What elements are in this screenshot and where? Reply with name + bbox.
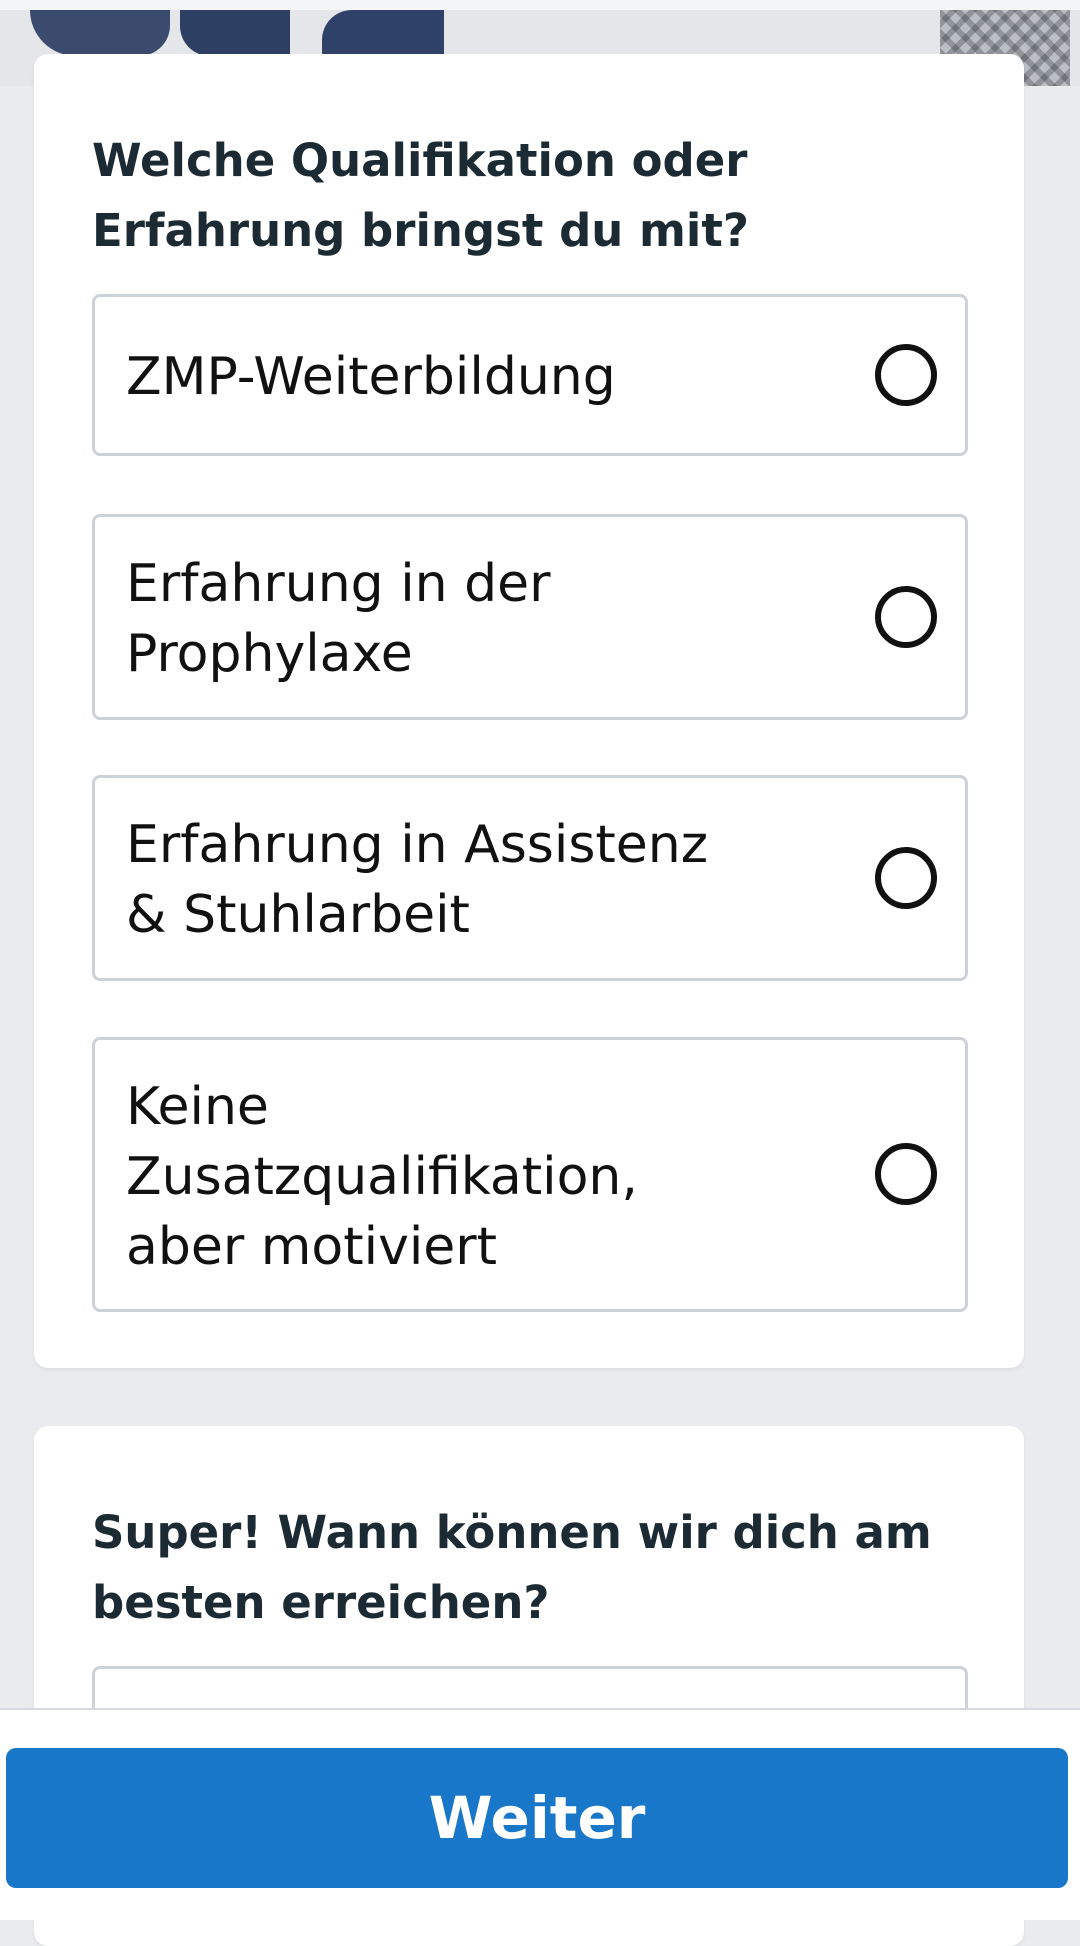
option-label: Keine Zusatzqualifikation, aber motivier… — [126, 1077, 638, 1277]
radio-button-icon[interactable] — [875, 586, 937, 648]
option-erfahrung-assistenz[interactable]: Erfahrung in Assistenz & Stuhlarbeit — [92, 775, 968, 981]
contact-time-question: Super! Wann können wir dich am besten er… — [92, 1506, 932, 1629]
option-keine-zusatzqualifikation[interactable]: Keine Zusatzqualifikation, aber motivier… — [92, 1037, 968, 1312]
option-zmp-weiterbildung[interactable]: ZMP-Weiterbildung — [92, 294, 968, 456]
option-label: ZMP-Weiterbildung — [126, 347, 616, 407]
header-image-figure — [30, 10, 170, 56]
option-label: Erfahrung in Assistenz & Stuhlarbeit — [126, 815, 709, 945]
radio-button-icon[interactable] — [875, 847, 937, 909]
next-button[interactable]: Weiter — [6, 1748, 1068, 1888]
radio-button-icon[interactable] — [875, 344, 937, 406]
footer-bar: Weiter — [0, 1708, 1080, 1920]
option-label: Erfahrung in der Prophylaxe — [126, 554, 551, 684]
header-image-figure — [322, 10, 444, 56]
header-image-figure — [180, 10, 290, 56]
radio-button-icon[interactable] — [875, 1143, 937, 1205]
qualification-question: Welche Qualifikation oder Erfahrung brin… — [92, 134, 749, 257]
qualification-card: Welche Qualifikation oder Erfahrung brin… — [34, 54, 1024, 1368]
option-erfahrung-prophylaxe[interactable]: Erfahrung in der Prophylaxe — [92, 514, 968, 720]
